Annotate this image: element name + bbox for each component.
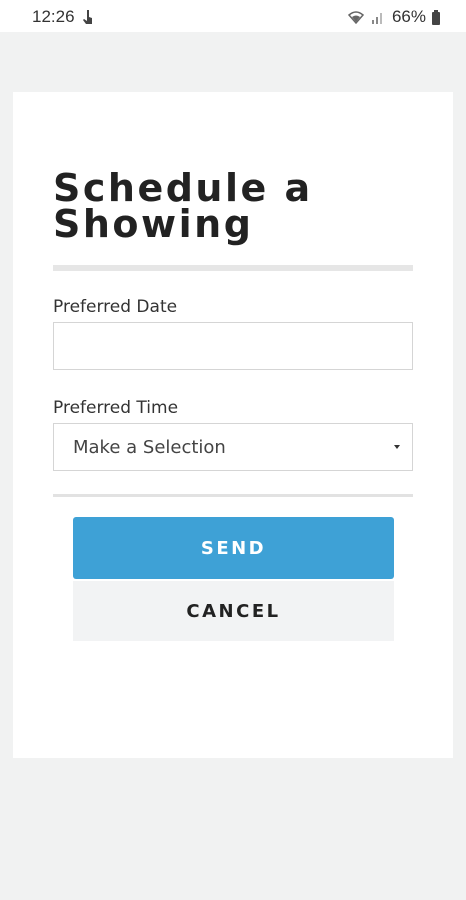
status-time: 12:26 [32,7,75,26]
battery-percent: 66% [391,7,426,26]
touch-icon [82,10,92,24]
schedule-showing-dialog: Schedule a Showing Preferred Date Prefer… [13,92,453,758]
cancel-button-label: CANCEL [186,600,281,622]
send-button-label: SEND [200,537,267,559]
status-left: 12:26 [32,7,97,27]
preferred-date-input[interactable] [53,322,413,370]
status-right: 66% [347,7,440,27]
signal-icon [371,13,382,24]
caret-down-icon [394,445,400,449]
cancel-button[interactable]: CANCEL [73,581,394,641]
title-divider [53,265,413,271]
form-divider [53,494,413,497]
preferred-time-select[interactable]: Make a Selection [53,423,413,471]
preferred-date-label: Preferred Date [53,297,178,317]
status-bar: 12:26 66% [0,0,466,32]
battery-icon [432,9,440,25]
preferred-time-label: Preferred Time [53,398,179,418]
send-button[interactable]: SEND [73,517,394,579]
wifi-icon [347,11,364,25]
preferred-time-select-value: Make a Selection [73,437,226,458]
dialog-title: Schedule a Showing [53,166,313,246]
